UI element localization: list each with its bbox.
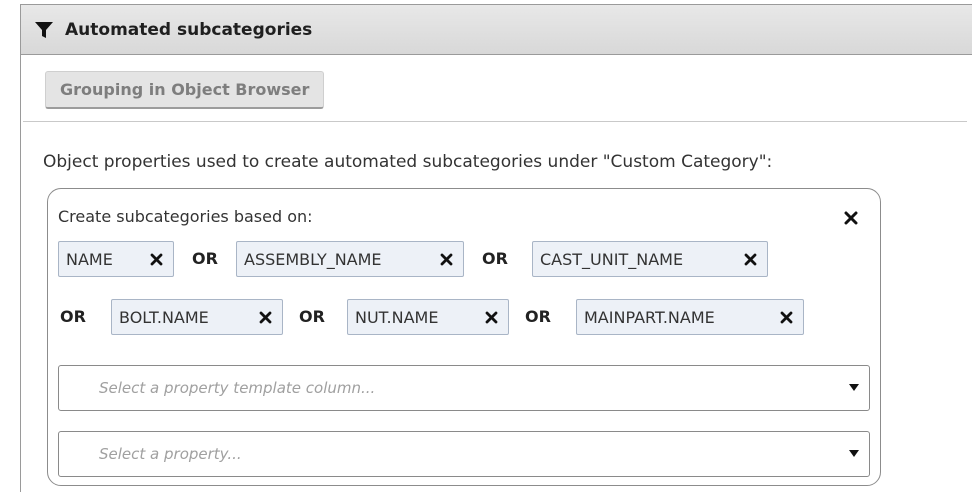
- chip-label: CAST_UNIT_NAME: [540, 249, 684, 269]
- property-chip-cast-unit-name[interactable]: CAST_UNIT_NAME: [532, 241, 768, 277]
- close-icon[interactable]: [259, 311, 272, 324]
- divider: [23, 121, 967, 122]
- or-connector: OR: [525, 307, 551, 326]
- close-icon[interactable]: [744, 253, 757, 266]
- property-chip-nut-name[interactable]: NUT.NAME: [347, 299, 509, 335]
- panel-title: Automated subcategories: [65, 19, 313, 40]
- property-template-column-select[interactable]: Select a property template column...: [58, 365, 870, 411]
- close-icon[interactable]: [440, 253, 453, 266]
- caret-down-icon: [849, 450, 859, 458]
- chip-label: NAME: [66, 249, 113, 269]
- property-chip-mainpart-name[interactable]: MAINPART.NAME: [576, 299, 804, 335]
- create-subcategories-label: Create subcategories based on:: [58, 207, 313, 226]
- property-chip-name[interactable]: NAME: [58, 241, 174, 277]
- description-text: Object properties used to create automat…: [43, 152, 773, 172]
- close-icon[interactable]: [485, 311, 498, 324]
- grouping-in-object-browser-button[interactable]: Grouping in Object Browser: [45, 71, 325, 109]
- automated-subcategories-panel: Automated subcategories Grouping in Obje…: [20, 4, 972, 492]
- panel-header[interactable]: Automated subcategories: [21, 5, 972, 55]
- close-icon[interactable]: [844, 211, 858, 225]
- or-connector: OR: [60, 307, 86, 326]
- filter-icon: [33, 19, 55, 41]
- caret-down-icon: [849, 384, 859, 392]
- or-connector: OR: [192, 249, 218, 268]
- property-select[interactable]: Select a property...: [58, 431, 870, 477]
- select-placeholder: Select a property...: [99, 445, 242, 463]
- subcategory-rule-box: Create subcategories based on: NAME OR A…: [47, 188, 881, 486]
- chip-label: NUT.NAME: [355, 307, 439, 327]
- chip-label: BOLT.NAME: [119, 307, 209, 327]
- close-icon[interactable]: [150, 253, 163, 266]
- close-icon[interactable]: [780, 311, 793, 324]
- property-chip-bolt-name[interactable]: BOLT.NAME: [111, 299, 283, 335]
- select-placeholder: Select a property template column...: [99, 379, 376, 397]
- or-connector: OR: [299, 307, 325, 326]
- chip-label: ASSEMBLY_NAME: [244, 249, 382, 269]
- property-chip-assembly-name[interactable]: ASSEMBLY_NAME: [236, 241, 464, 277]
- or-connector: OR: [482, 249, 508, 268]
- chip-label: MAINPART.NAME: [584, 307, 715, 327]
